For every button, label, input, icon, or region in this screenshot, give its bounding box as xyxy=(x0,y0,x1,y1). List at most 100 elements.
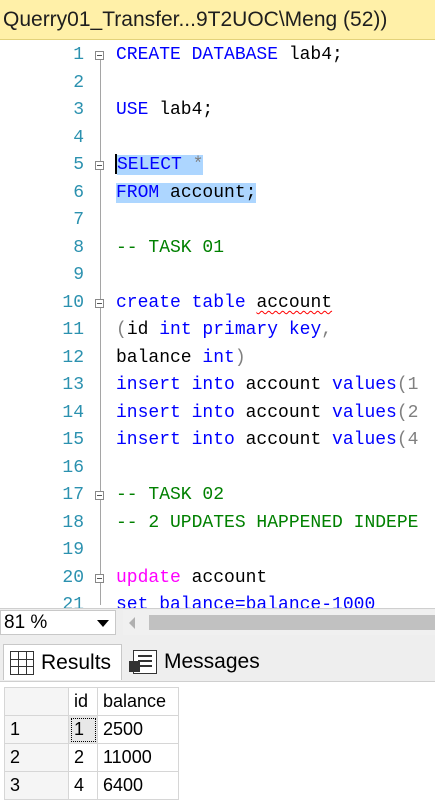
code-text: (4 xyxy=(396,430,419,450)
line-number: 11 xyxy=(62,320,84,340)
tab-results-label: Results xyxy=(41,650,112,674)
code-line: balance int) xyxy=(116,345,246,372)
scrollbar-thumb[interactable] xyxy=(149,615,435,630)
keyword: USE xyxy=(116,100,149,120)
grid-cell[interactable]: 2500 xyxy=(97,715,179,744)
grid-cell[interactable]: 1 xyxy=(68,715,98,744)
comment-line: -- TASK 01 xyxy=(116,238,225,258)
keyword: FROM xyxy=(116,183,160,203)
line-number: 8 xyxy=(73,238,84,258)
code-line: insert into account values(2 xyxy=(116,400,418,427)
line-number: 5 xyxy=(73,155,84,175)
code-text: lab4; xyxy=(148,100,214,120)
grid-header-row: id balance xyxy=(4,687,179,716)
keyword: insert into xyxy=(116,375,235,395)
editor-status-bar: 81 % xyxy=(0,608,435,636)
collapse-icon[interactable] xyxy=(95,299,104,308)
comment-line: -- 2 UPDATES HAPPENED INDEPE xyxy=(116,513,419,533)
code-text: id xyxy=(126,320,160,340)
table-row: 2 2 11000 xyxy=(4,743,179,772)
line-number: 4 xyxy=(73,128,84,148)
collapse-icon[interactable] xyxy=(95,574,104,583)
tab-messages[interactable]: Messages xyxy=(127,644,271,680)
tab-results[interactable]: Results xyxy=(3,644,122,680)
zoom-value: 81 % xyxy=(4,612,48,633)
keyword: values xyxy=(332,375,397,395)
line-number: 3 xyxy=(73,100,84,120)
collapse-icon[interactable] xyxy=(95,491,104,500)
document-tab-title: Querry01_Transfer...9T2UOC\Meng (52)) xyxy=(3,8,388,31)
tab-messages-label: Messages xyxy=(164,650,260,673)
code-line: set balance=balance-1000 xyxy=(116,595,376,608)
code-line: update account xyxy=(116,565,267,592)
code-line: insert into account values(1 xyxy=(116,372,418,399)
line-number: 7 xyxy=(73,210,84,230)
code-text: account; xyxy=(159,183,257,203)
code-text: (1 xyxy=(396,375,419,395)
line-number: 19 xyxy=(62,540,84,560)
keyword: update xyxy=(116,568,181,588)
grid-cell[interactable]: 4 xyxy=(68,771,98,800)
document-tab[interactable]: Querry01_Transfer...9T2UOC\Meng (52)) xyxy=(0,0,435,40)
line-number: 9 xyxy=(73,265,84,285)
code-line: USE lab4; xyxy=(116,97,213,124)
code-text: balance xyxy=(116,348,203,368)
table-row: 3 4 6400 xyxy=(4,771,179,800)
row-number[interactable]: 3 xyxy=(4,771,69,800)
chevron-down-icon xyxy=(97,620,109,627)
column-header-id[interactable]: id xyxy=(68,687,98,716)
grid-cell[interactable]: 2 xyxy=(68,743,98,772)
row-number[interactable]: 2 xyxy=(4,743,69,772)
zoom-dropdown[interactable]: 81 % xyxy=(0,610,116,635)
line-number: 6 xyxy=(73,183,84,203)
line-number: 17 xyxy=(62,485,84,505)
keyword: insert into xyxy=(116,403,235,423)
code-text: account xyxy=(256,293,333,313)
row-number[interactable]: 1 xyxy=(4,715,69,744)
code-text: * xyxy=(181,155,204,175)
code-text: (2 xyxy=(396,403,419,423)
grid-cell[interactable]: 6400 xyxy=(97,771,179,800)
code-text: account xyxy=(234,403,333,423)
horizontal-scrollbar[interactable] xyxy=(123,610,435,635)
keyword: insert into xyxy=(116,430,235,450)
grid-icon xyxy=(10,650,34,675)
line-number: 13 xyxy=(62,375,84,395)
keyword: SELECT xyxy=(117,155,182,175)
line-number: 16 xyxy=(62,458,84,478)
line-number: 1 xyxy=(73,45,84,65)
code-line: SELECT * xyxy=(115,152,204,179)
code-line: (id int primary key, xyxy=(116,317,332,344)
table-row: 1 1 2500 xyxy=(4,715,179,744)
code-line: create table account xyxy=(116,290,332,317)
line-number: 18 xyxy=(62,513,84,533)
line-number: 12 xyxy=(62,348,84,368)
scroll-left-icon[interactable] xyxy=(129,617,135,629)
results-grid: id balance 1 1 2500 2 2 11000 3 4 6400 xyxy=(4,687,179,800)
query-editor[interactable]: 1 2 3 4 5 6 7 8 9 10 11 12 13 14 15 16 1… xyxy=(0,40,435,608)
outline-guide xyxy=(100,55,101,605)
column-header-balance[interactable]: balance xyxy=(97,687,179,716)
keyword: int xyxy=(202,348,235,368)
line-number: 2 xyxy=(73,73,84,93)
comment-line: -- TASK 02 xyxy=(116,485,225,505)
keyword: CREATE DATABASE xyxy=(116,45,279,65)
line-number: 21 xyxy=(62,595,84,608)
row-header-corner[interactable] xyxy=(4,687,69,716)
code-line: CREATE DATABASE lab4; xyxy=(116,42,343,69)
keyword: values xyxy=(332,430,397,450)
line-number: 15 xyxy=(62,430,84,450)
code-text: account xyxy=(234,375,333,395)
results-tab-strip: Results Messages xyxy=(0,636,435,682)
line-number: 20 xyxy=(62,568,84,588)
keyword: create table xyxy=(116,293,246,313)
grid-cell[interactable]: 11000 xyxy=(97,743,179,772)
code-text: , xyxy=(321,320,333,340)
code-text: account xyxy=(180,568,268,588)
collapse-icon[interactable] xyxy=(95,51,104,60)
keyword: values xyxy=(332,403,397,423)
code-text: account xyxy=(234,430,333,450)
code-text: ) xyxy=(234,348,246,368)
collapse-icon[interactable] xyxy=(95,161,104,170)
code-text: ( xyxy=(116,320,127,340)
